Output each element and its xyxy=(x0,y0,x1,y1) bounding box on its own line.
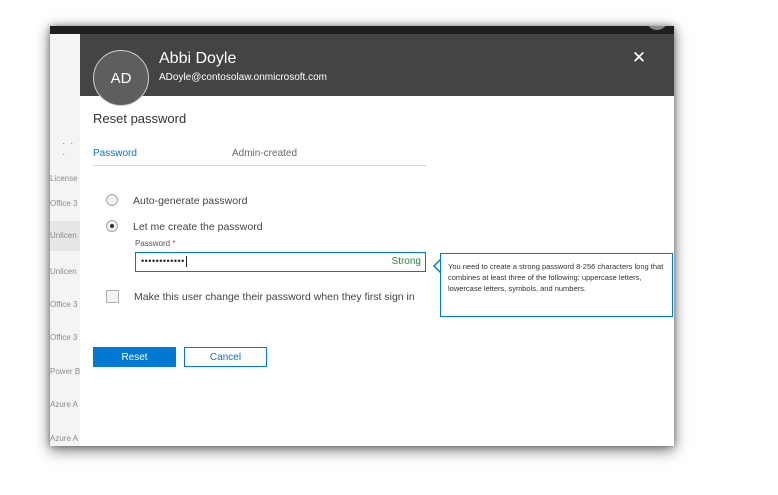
force-change-checkbox[interactable] xyxy=(106,290,119,303)
force-change-label[interactable]: Make this user change their password whe… xyxy=(134,291,415,303)
tooltip-text: You need to create a strong password 8-2… xyxy=(448,262,664,293)
avatar: AD xyxy=(93,50,149,106)
list-item[interactable]: Azure A xyxy=(50,434,80,443)
manual-password-radio[interactable] xyxy=(106,220,118,232)
auto-generate-radio[interactable] xyxy=(106,194,118,206)
close-icon[interactable]: ✕ xyxy=(630,49,648,67)
password-label: Password * xyxy=(135,239,175,248)
list-item[interactable]: License xyxy=(50,174,80,183)
list-item[interactable]: Azure A xyxy=(50,400,80,409)
password-masked-text: •••••••••••• xyxy=(141,256,185,266)
password-label-text: Password xyxy=(135,239,171,248)
required-mark: * xyxy=(172,239,176,248)
page-title: Reset password xyxy=(93,111,187,126)
more-icon[interactable]: · · · xyxy=(62,138,80,160)
top-bar xyxy=(50,26,674,34)
tab-password[interactable]: Password xyxy=(93,148,137,159)
background-user-list: · · · License Office 3 Unlicen Unlicen O… xyxy=(50,34,80,446)
tab-admin-created[interactable]: Admin-created xyxy=(232,148,297,159)
list-item[interactable]: Office 3 xyxy=(50,199,80,208)
password-requirements-tooltip: You need to create a strong password 8-2… xyxy=(440,253,673,317)
list-item[interactable]: Unlicen xyxy=(50,267,80,276)
reset-button[interactable]: Reset xyxy=(93,347,176,367)
list-item[interactable]: Office 3 xyxy=(50,333,80,342)
list-item[interactable]: Unlicen xyxy=(50,221,80,251)
user-email: ADoyle@contosolaw.onmicrosoft.com xyxy=(159,72,327,83)
password-input[interactable]: •••••••••••• Strong xyxy=(135,252,426,272)
auto-generate-label[interactable]: Auto-generate password xyxy=(133,195,247,207)
panel-header: Abbi Doyle ADoyle@contosolaw.onmicrosoft… xyxy=(80,34,674,96)
text-caret xyxy=(185,256,187,268)
cancel-button[interactable]: Cancel xyxy=(184,347,267,367)
list-item[interactable]: Office 3 xyxy=(50,300,80,309)
screenshot-frame: · · · License Office 3 Unlicen Unlicen O… xyxy=(50,26,674,446)
list-item[interactable]: Power B xyxy=(50,367,80,376)
tab-divider xyxy=(93,165,426,166)
password-strength: Strong xyxy=(391,256,421,267)
manual-password-label[interactable]: Let me create the password xyxy=(133,221,263,233)
password-value: •••••••••••• xyxy=(141,256,187,268)
reset-password-panel: Abbi Doyle ADoyle@contosolaw.onmicrosoft… xyxy=(80,34,674,446)
user-name: Abbi Doyle xyxy=(159,50,237,67)
